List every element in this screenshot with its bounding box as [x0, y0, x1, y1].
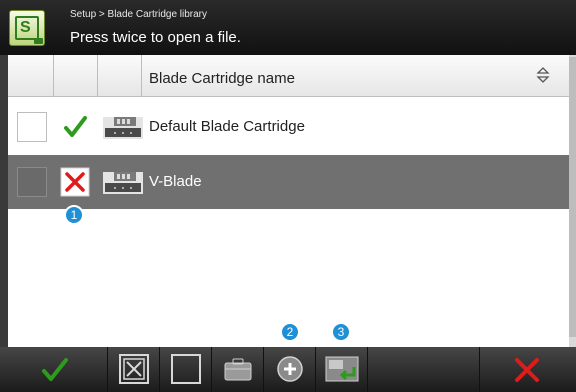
breadcrumb: Setup > Blade Cartridge library: [70, 9, 208, 20]
checkmark-icon: [64, 116, 87, 137]
blade-cartridge-icon: [103, 172, 143, 194]
empty-box-icon: [171, 354, 201, 384]
row-name: V-Blade: [149, 173, 202, 190]
callout-marker: 1: [64, 205, 84, 225]
row-checkbox[interactable]: [17, 112, 47, 142]
open-folder-button[interactable]: [212, 347, 264, 392]
row-checkbox[interactable]: [17, 167, 47, 197]
sort-icon[interactable]: [536, 66, 550, 84]
import-button[interactable]: [316, 347, 368, 392]
crossed-box-icon: [119, 354, 149, 384]
invalid-x-icon: [60, 167, 90, 197]
scrollbar-thumb[interactable]: [569, 57, 576, 337]
checkmark-icon: [42, 358, 68, 381]
page-hint: Press twice to open a file.: [70, 29, 241, 46]
confirm-button[interactable]: [0, 347, 108, 392]
header-select-column[interactable]: [8, 55, 54, 97]
deselect-all-button[interactable]: [108, 347, 160, 392]
plus-circle-icon: [277, 356, 303, 382]
bottom-toolbar: [0, 347, 576, 392]
folder-icon: [224, 358, 252, 381]
blade-cartridge-table: Blade Cartridge name Default Blade Cartr…: [8, 55, 569, 347]
table-row[interactable]: Default Blade Cartridge: [8, 100, 569, 154]
cancel-button[interactable]: [480, 347, 576, 392]
header-name-column[interactable]: Blade Cartridge name: [149, 70, 295, 87]
close-icon: [515, 358, 539, 382]
blade-cartridge-icon: [103, 117, 143, 139]
import-icon: [325, 356, 359, 382]
table-row[interactable]: V-Blade: [8, 155, 569, 209]
title-bar: S Setup > Blade Cartridge library Press …: [0, 0, 576, 55]
header-icon-column[interactable]: [98, 55, 142, 97]
callout-marker: 2: [280, 322, 300, 342]
select-none-button[interactable]: [160, 347, 212, 392]
table-header: Blade Cartridge name: [8, 55, 569, 97]
add-button[interactable]: [264, 347, 316, 392]
callout-marker: 3: [331, 322, 351, 342]
app-logo-icon: S: [9, 10, 45, 46]
row-name: Default Blade Cartridge: [149, 118, 305, 135]
header-status-column[interactable]: [54, 55, 98, 97]
toolbar-spacer: [368, 347, 480, 392]
